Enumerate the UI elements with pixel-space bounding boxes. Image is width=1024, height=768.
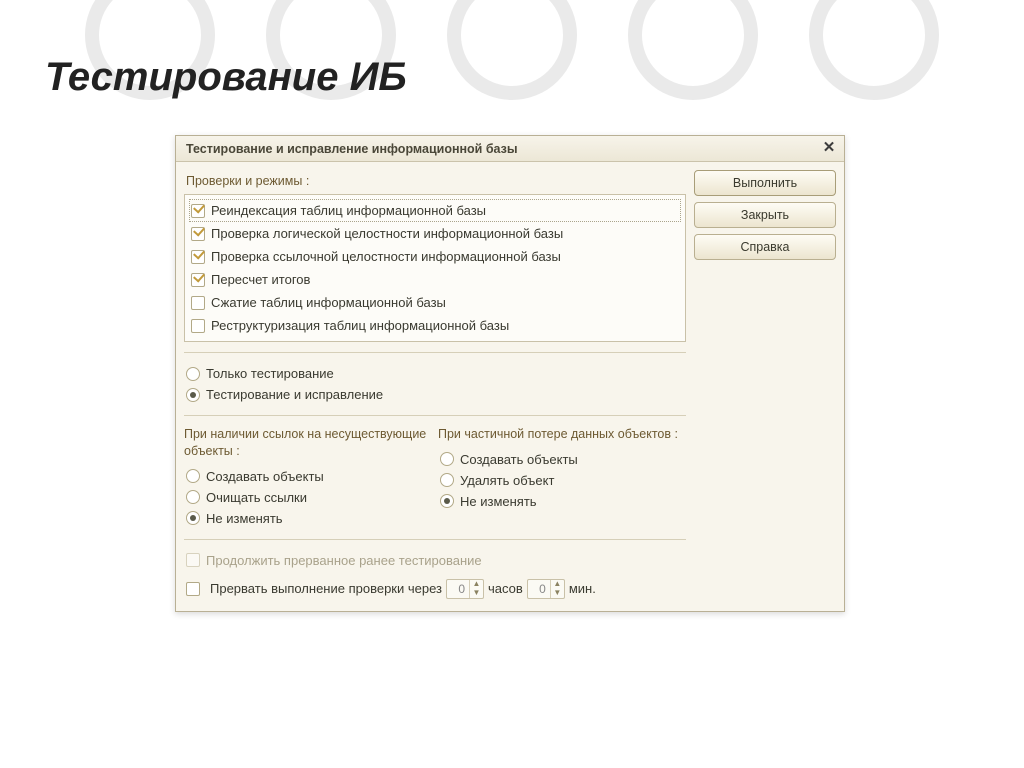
chevron-down-icon[interactable]: ▼	[551, 589, 564, 598]
checkbox-icon	[186, 553, 200, 567]
divider	[184, 352, 686, 353]
chevron-down-icon[interactable]: ▼	[470, 589, 483, 598]
divider	[184, 415, 686, 416]
checkbox-icon[interactable]	[191, 296, 205, 310]
dialog-title: Тестирование и исправление информационно…	[186, 142, 820, 156]
check-label: Реиндексация таблиц информационной базы	[211, 203, 486, 218]
radio-icon[interactable]	[186, 388, 200, 402]
radio-missing-keep[interactable]: Не изменять	[184, 508, 432, 529]
radio-missing-create[interactable]: Создавать объекты	[184, 466, 432, 487]
checkbox-interrupt[interactable]	[186, 582, 200, 596]
close-button[interactable]: Закрыть	[694, 202, 836, 228]
radio-icon[interactable]	[440, 452, 454, 466]
help-button[interactable]: Справка	[694, 234, 836, 260]
radio-icon[interactable]	[186, 511, 200, 525]
radio-icon[interactable]	[186, 367, 200, 381]
radio-label: Удалять объект	[460, 473, 554, 488]
check-compress-tables[interactable]: Сжатие таблиц информационной базы	[189, 291, 681, 314]
check-resume-interrupted: Продолжить прерванное ранее тестирование	[184, 550, 686, 571]
hours-value: 0	[447, 582, 469, 596]
check-label: Продолжить прерванное ранее тестирование	[206, 553, 482, 568]
hours-stepper[interactable]: 0 ▲▼	[446, 579, 484, 599]
radio-test-only[interactable]: Только тестирование	[184, 363, 686, 384]
close-icon[interactable]: ✕	[820, 140, 838, 158]
radio-icon[interactable]	[440, 473, 454, 487]
divider	[184, 539, 686, 540]
minutes-unit: мин.	[569, 581, 596, 596]
check-label: Реструктуризация таблиц информационной б…	[211, 318, 509, 333]
check-restructure-tables[interactable]: Реструктуризация таблиц информационной б…	[189, 314, 681, 337]
radio-icon[interactable]	[186, 469, 200, 483]
radio-label: Создавать объекты	[460, 452, 578, 467]
radio-label: Очищать ссылки	[206, 490, 307, 505]
check-label: Проверка логической целостности информац…	[211, 226, 563, 241]
minutes-value: 0	[528, 582, 550, 596]
execute-button[interactable]: Выполнить	[694, 170, 836, 196]
page-title: Тестирование ИБ	[45, 55, 407, 100]
interrupt-label: Прервать выполнение проверки через	[210, 581, 442, 596]
radio-label: Создавать объекты	[206, 469, 324, 484]
radio-test-and-fix[interactable]: Тестирование и исправление	[184, 384, 686, 405]
partial-loss-label: При частичной потере данных объектов :	[438, 426, 686, 443]
radio-label: Только тестирование	[206, 366, 334, 381]
checkbox-icon[interactable]	[191, 250, 205, 264]
check-label: Проверка ссылочной целостности информаци…	[211, 249, 561, 264]
hours-unit: часов	[488, 581, 523, 596]
radio-label: Не изменять	[460, 494, 537, 509]
check-reindex[interactable]: Реиндексация таблиц информационной базы	[189, 199, 681, 222]
radio-partial-delete[interactable]: Удалять объект	[438, 470, 686, 491]
checkbox-icon[interactable]	[191, 319, 205, 333]
missing-refs-label: При наличии ссылок на несуществующие объ…	[184, 426, 432, 460]
check-logical-integrity[interactable]: Проверка логической целостности информац…	[189, 222, 681, 245]
checks-listbox: Реиндексация таблиц информационной базы …	[184, 194, 686, 342]
radio-icon[interactable]	[186, 490, 200, 504]
interrupt-row: Прервать выполнение проверки через 0 ▲▼ …	[184, 575, 686, 603]
check-label: Сжатие таблиц информационной базы	[211, 295, 446, 310]
radio-partial-keep[interactable]: Не изменять	[438, 491, 686, 512]
radio-missing-clear[interactable]: Очищать ссылки	[184, 487, 432, 508]
radio-icon[interactable]	[440, 494, 454, 508]
check-label: Пересчет итогов	[211, 272, 310, 287]
dialog-titlebar: Тестирование и исправление информационно…	[176, 136, 844, 162]
check-referential-integrity[interactable]: Проверка ссылочной целостности информаци…	[189, 245, 681, 268]
checks-group-label: Проверки и режимы :	[186, 174, 686, 188]
dialog-testing-ib: Тестирование и исправление информационно…	[175, 135, 845, 612]
checkbox-icon[interactable]	[191, 227, 205, 241]
radio-label: Тестирование и исправление	[206, 387, 383, 402]
check-recalculate-totals[interactable]: Пересчет итогов	[189, 268, 681, 291]
checkbox-icon[interactable]	[191, 273, 205, 287]
radio-label: Не изменять	[206, 511, 283, 526]
radio-partial-create[interactable]: Создавать объекты	[438, 449, 686, 470]
checkbox-icon[interactable]	[191, 204, 205, 218]
minutes-stepper[interactable]: 0 ▲▼	[527, 579, 565, 599]
